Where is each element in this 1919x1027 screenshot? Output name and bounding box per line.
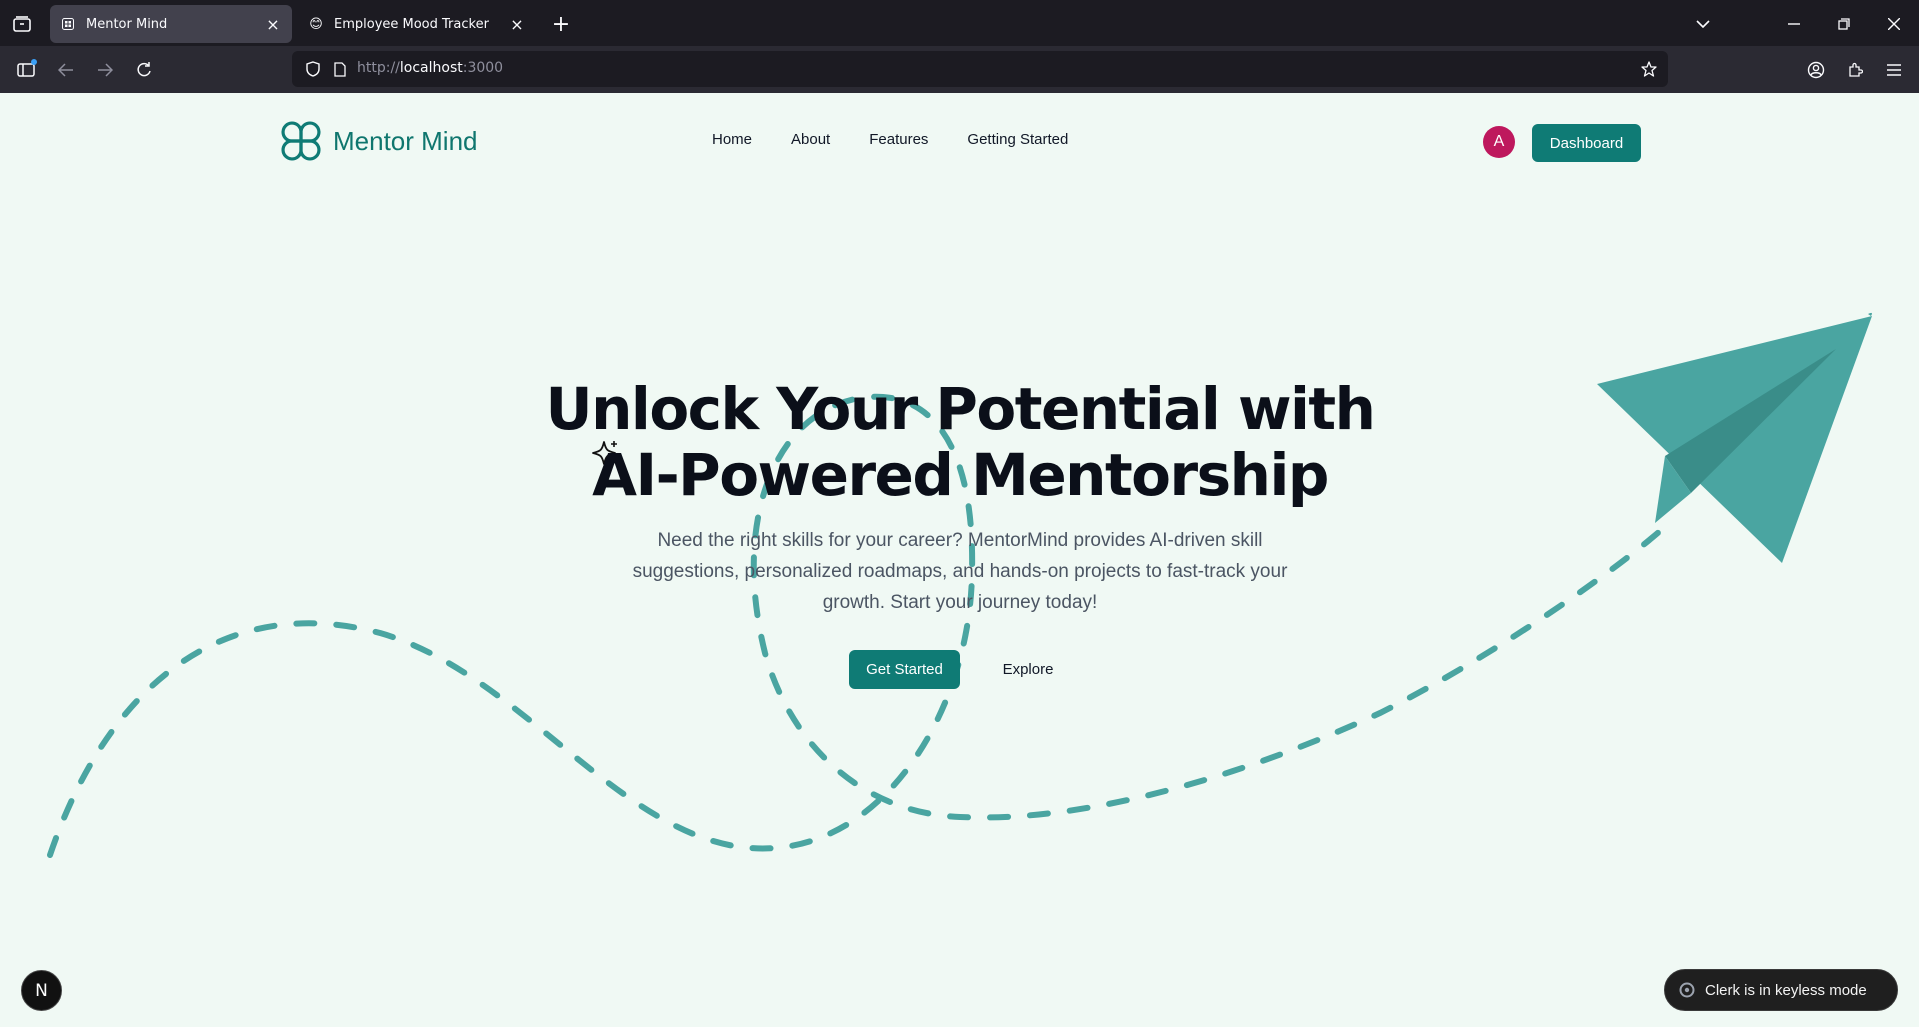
- main-nav: Home About Features Getting Started: [712, 131, 1107, 148]
- mentor-mind-favicon-icon: [60, 16, 76, 32]
- brand-logo[interactable]: Mentor Mind: [279, 119, 478, 163]
- nav-home-link[interactable]: Home: [712, 131, 752, 148]
- explore-button[interactable]: Explore: [985, 650, 1071, 689]
- smiley-favicon-icon: 😊: [309, 16, 323, 32]
- url-scheme: http://: [357, 60, 400, 76]
- hero-title-line-1: Unlock Your Potential with: [545, 375, 1376, 443]
- nextjs-dev-indicator[interactable]: N: [21, 970, 62, 1011]
- minimize-icon[interactable]: [1782, 12, 1806, 36]
- hero-title: Unlock Your Potential with AI-Powered Me…: [400, 376, 1520, 508]
- tab-title: Mentor Mind: [86, 16, 168, 32]
- nav-features-link[interactable]: Features: [869, 131, 928, 148]
- paper-plane-icon: [1597, 312, 1872, 563]
- url-port: :3000: [462, 60, 504, 76]
- brand-name: Mentor Mind: [333, 125, 478, 156]
- notification-dot-icon: [31, 59, 37, 65]
- close-window-icon[interactable]: [1882, 12, 1906, 36]
- forward-icon[interactable]: [92, 57, 118, 83]
- url-host: localhost: [399, 60, 463, 76]
- account-icon[interactable]: [1803, 57, 1829, 83]
- reload-icon[interactable]: [131, 57, 157, 83]
- tracking-protection-shield-icon[interactable]: [303, 59, 323, 79]
- app-menu-icon[interactable]: [1881, 57, 1907, 83]
- restore-icon[interactable]: [1832, 12, 1856, 36]
- page-info-icon[interactable]: [330, 59, 350, 79]
- address-bar[interactable]: http://localhost:3000: [292, 51, 1668, 87]
- tab-manager-icon[interactable]: [10, 12, 34, 36]
- hero-title-line-2: AI-Powered Mentorship: [592, 441, 1329, 509]
- clerk-logo-icon: [1679, 982, 1695, 998]
- tab-title: Employee Mood Tracker: [334, 16, 489, 32]
- url-text[interactable]: http://localhost:3000: [357, 60, 503, 76]
- clover-logo-icon: [281, 121, 321, 161]
- tab-employee-mood-tracker[interactable]: 😊 Employee Mood Tracker ×: [298, 5, 536, 43]
- close-tab-icon[interactable]: ×: [508, 15, 526, 34]
- bookmark-star-icon[interactable]: [1639, 59, 1659, 79]
- browser-toolbar: http://localhost:3000: [0, 46, 1919, 93]
- sidebar-toggle-icon[interactable]: [13, 57, 39, 83]
- user-avatar[interactable]: A: [1483, 126, 1515, 158]
- back-icon[interactable]: [53, 57, 79, 83]
- browser-tab-strip: Mentor Mind × 😊 Employee Mood Tracker × …: [0, 0, 1919, 46]
- new-tab-icon[interactable]: +: [549, 12, 573, 37]
- list-all-tabs-icon[interactable]: [1691, 12, 1715, 36]
- close-tab-icon[interactable]: ×: [264, 15, 282, 34]
- clerk-keyless-toast[interactable]: Clerk is in keyless mode: [1664, 969, 1898, 1011]
- nav-about-link[interactable]: About: [791, 131, 830, 148]
- tab-mentor-mind[interactable]: Mentor Mind ×: [50, 5, 292, 43]
- dashboard-button[interactable]: Dashboard: [1532, 124, 1641, 162]
- extensions-icon[interactable]: [1842, 57, 1868, 83]
- page-viewport: Mentor Mind Home About Features Getting …: [0, 93, 1919, 1027]
- get-started-button[interactable]: Get Started: [849, 650, 960, 689]
- nav-getting-started-link[interactable]: Getting Started: [967, 131, 1068, 148]
- clerk-toast-text: Clerk is in keyless mode: [1705, 981, 1867, 999]
- hero-subtitle: Need the right skills for your career? M…: [632, 530, 1288, 613]
